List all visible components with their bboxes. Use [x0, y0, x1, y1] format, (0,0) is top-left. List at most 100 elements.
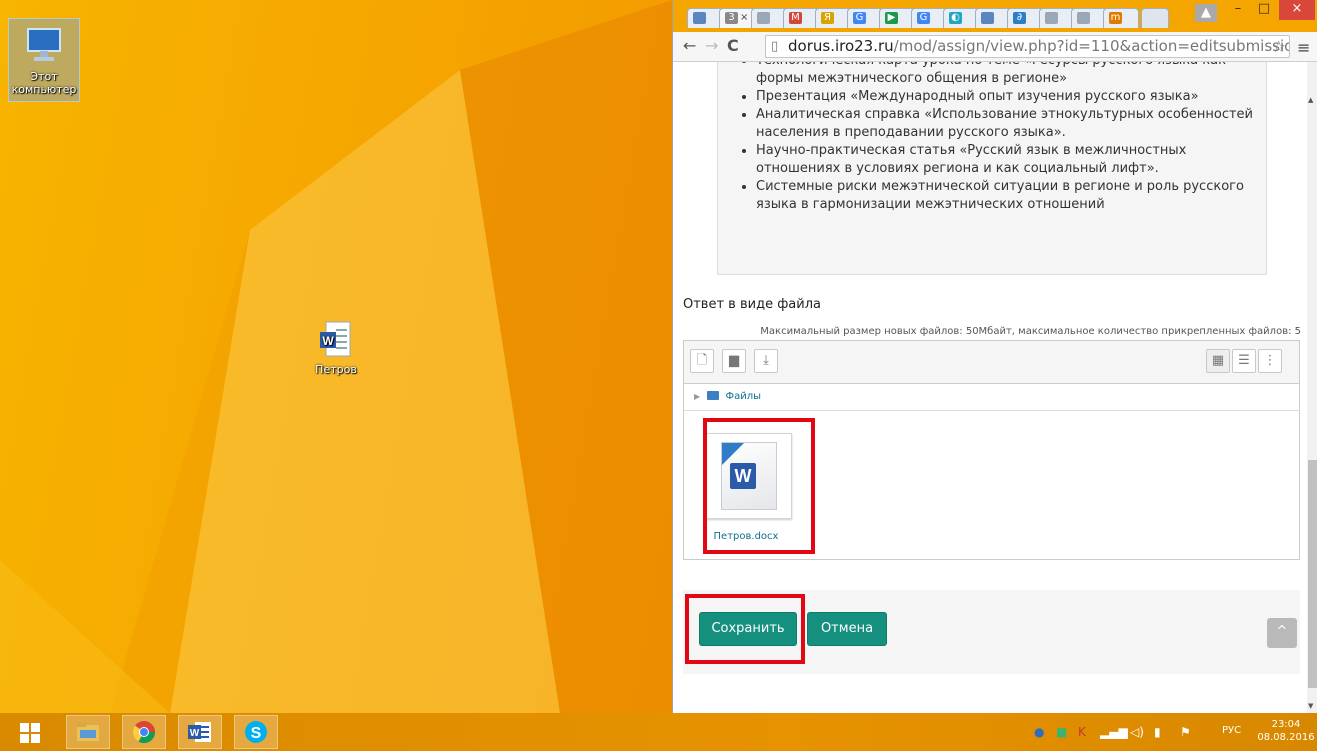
create-folder-button[interactable]: ▆ — [722, 349, 746, 373]
tab-favicon-icon: ∂ — [1013, 12, 1026, 24]
browser-tab[interactable]: M — [783, 8, 819, 28]
language-indicator[interactable]: РУС — [1222, 725, 1241, 736]
browser-tab[interactable]: G — [911, 8, 947, 28]
taskbar-word[interactable]: W — [178, 715, 222, 749]
browser-tab[interactable]: m — [1103, 8, 1139, 28]
chrome-icon — [132, 721, 155, 743]
svg-text:W: W — [322, 334, 334, 348]
list-item: Презентация «Международный опыт изучения… — [756, 88, 1266, 106]
browser-tab[interactable]: Я — [815, 8, 851, 28]
browser-tab[interactable]: ◐ — [943, 8, 979, 28]
download-icon: ⤓ — [763, 353, 769, 368]
browser-tab[interactable]: ∂ — [1007, 8, 1043, 28]
folder-icon — [77, 723, 99, 741]
browser-tab[interactable]: G — [847, 8, 883, 28]
maximize-icon: □ — [1257, 1, 1271, 16]
tab-favicon-icon: G — [917, 12, 930, 24]
scroll-up-icon[interactable]: ▲ — [1308, 96, 1313, 104]
taskbar-skype[interactable]: S — [234, 715, 278, 749]
taskbar-file-explorer[interactable] — [66, 715, 110, 749]
network-icon[interactable]: ▂▄▆ — [1100, 725, 1128, 739]
clock-date: 08.08.2016 — [1257, 732, 1315, 743]
list-item: Научно-практическая статья «Русский язык… — [756, 142, 1266, 178]
chevron-up-icon: ^ — [1276, 624, 1288, 639]
maximize-button[interactable]: □ — [1251, 0, 1277, 20]
tree-view-icon: ⋮ — [1263, 353, 1277, 368]
download-button[interactable]: ⤓ — [754, 349, 778, 373]
add-file-button[interactable]: 🗋 — [690, 349, 714, 373]
page-viewport: Технологическая карта урока по теме «Рес… — [673, 62, 1307, 713]
folder-icon — [707, 391, 720, 400]
browser-tab[interactable] — [1039, 8, 1075, 28]
reload-button[interactable]: C — [727, 37, 739, 55]
scroll-to-top-button[interactable]: ^ — [1267, 618, 1297, 648]
file-section-title: Ответ в виде файла — [683, 297, 821, 312]
breadcrumb-folder-link[interactable]: Файлы — [726, 391, 762, 402]
tab-favicon-icon — [1077, 12, 1090, 24]
new-tab-button[interactable] — [1141, 8, 1169, 28]
word-document-icon: W — [320, 321, 351, 357]
view-tree-button[interactable]: ⋮ — [1258, 349, 1282, 373]
svg-text:S: S — [251, 725, 262, 742]
action-center-flag-icon[interactable]: ⚑ — [1180, 725, 1191, 739]
svg-text:W: W — [190, 728, 200, 739]
start-button[interactable] — [8, 715, 52, 749]
tab-close-icon[interactable]: × — [740, 12, 748, 23]
list-view-icon: ☰ — [1238, 353, 1250, 368]
minimize-icon: – — [1234, 1, 1242, 16]
tab-favicon-icon: m — [1109, 12, 1122, 24]
shield-icon[interactable]: ■ — [1056, 725, 1067, 739]
tab-strip: 3 × M Я G ▶ G ◐ ∂ m — [673, 0, 1317, 32]
tab-favicon-icon — [757, 12, 770, 24]
scrollbar-thumb[interactable] — [1308, 460, 1317, 688]
scrollbar[interactable]: ▲ ▼ — [1307, 62, 1317, 713]
cancel-button[interactable]: Отмена — [807, 612, 887, 646]
tab-favicon-icon — [1045, 12, 1058, 24]
clock[interactable]: 23:04 08.08.2016 — [1256, 718, 1316, 744]
desktop-icon-petrov-doc[interactable]: W Петров — [306, 320, 366, 376]
browser-window: 3 × M Я G ▶ G ◐ ∂ m ▲ – □ × ← → C ▯ dorus.iro23.r… — [672, 0, 1317, 713]
browser-tab[interactable] — [751, 8, 787, 28]
minimize-button[interactable]: – — [1225, 0, 1251, 20]
bookmark-star-icon[interactable]: ☆ — [1272, 36, 1286, 57]
browser-tab[interactable]: ▶ — [879, 8, 915, 28]
browser-tab[interactable] — [1071, 8, 1107, 28]
add-file-icon: 🗋 — [696, 353, 708, 368]
volume-icon[interactable]: ◁) — [1130, 725, 1144, 739]
taskbar: W S ● ■ K ▂▄▆ ◁) ▮ ⚑ РУС 23:04 08.08.201… — [0, 713, 1317, 751]
list-item: Технологическая карта урока по теме «Рес… — [756, 62, 1266, 88]
highlight-frame-save — [685, 594, 805, 664]
folder-plus-icon: ▆ — [729, 353, 739, 368]
tab-favicon-icon: M — [789, 12, 802, 24]
address-bar[interactable]: ▯ dorus.iro23.ru/mod/assign/view.php?id=… — [765, 35, 1290, 58]
file-manager-toolbar: 🗋 ▆ ⤓ ▦ ☰ ⋮ — [684, 341, 1299, 384]
user-profile-button[interactable]: ▲ — [1195, 4, 1217, 22]
browser-tab[interactable] — [975, 8, 1011, 28]
app-tray-icon[interactable]: ● — [1034, 725, 1044, 739]
taskbar-chrome[interactable] — [122, 715, 166, 749]
battery-icon[interactable]: ▮ — [1154, 725, 1161, 739]
desktop-icon-this-computer[interactable]: Этот компьютер — [8, 18, 80, 102]
tab-favicon-icon: ◐ — [949, 12, 962, 24]
close-icon: × — [1291, 1, 1303, 16]
tab-favicon-icon: Я — [821, 12, 834, 24]
list-item: Аналитическая справка «Использование этн… — [756, 106, 1266, 142]
close-button[interactable]: × — [1279, 0, 1315, 20]
tab-favicon-icon: 3 — [725, 12, 738, 24]
browser-tab[interactable]: 3 × — [719, 8, 755, 28]
back-button[interactable]: ← — [683, 37, 696, 55]
forward-button[interactable]: → — [705, 37, 718, 55]
menu-icon[interactable]: ≡ — [1297, 38, 1310, 57]
highlight-frame-file — [703, 418, 815, 554]
view-list-button[interactable]: ☰ — [1232, 349, 1256, 373]
tab-favicon-icon — [981, 12, 994, 24]
view-icons-button[interactable]: ▦ — [1206, 349, 1230, 373]
breadcrumb: ▶ Файлы — [684, 383, 1299, 411]
grid-view-icon: ▦ — [1211, 353, 1225, 368]
scroll-down-icon[interactable]: ▼ — [1308, 702, 1313, 710]
list-item: Системные риски межэтнической ситуации в… — [756, 178, 1266, 214]
url-path: /mod/assign/view.php?id=110&action=edits… — [893, 37, 1290, 55]
browser-tab[interactable] — [687, 8, 723, 28]
kaspersky-icon[interactable]: K — [1078, 725, 1086, 739]
expand-arrow-icon[interactable]: ▶ — [694, 392, 700, 401]
